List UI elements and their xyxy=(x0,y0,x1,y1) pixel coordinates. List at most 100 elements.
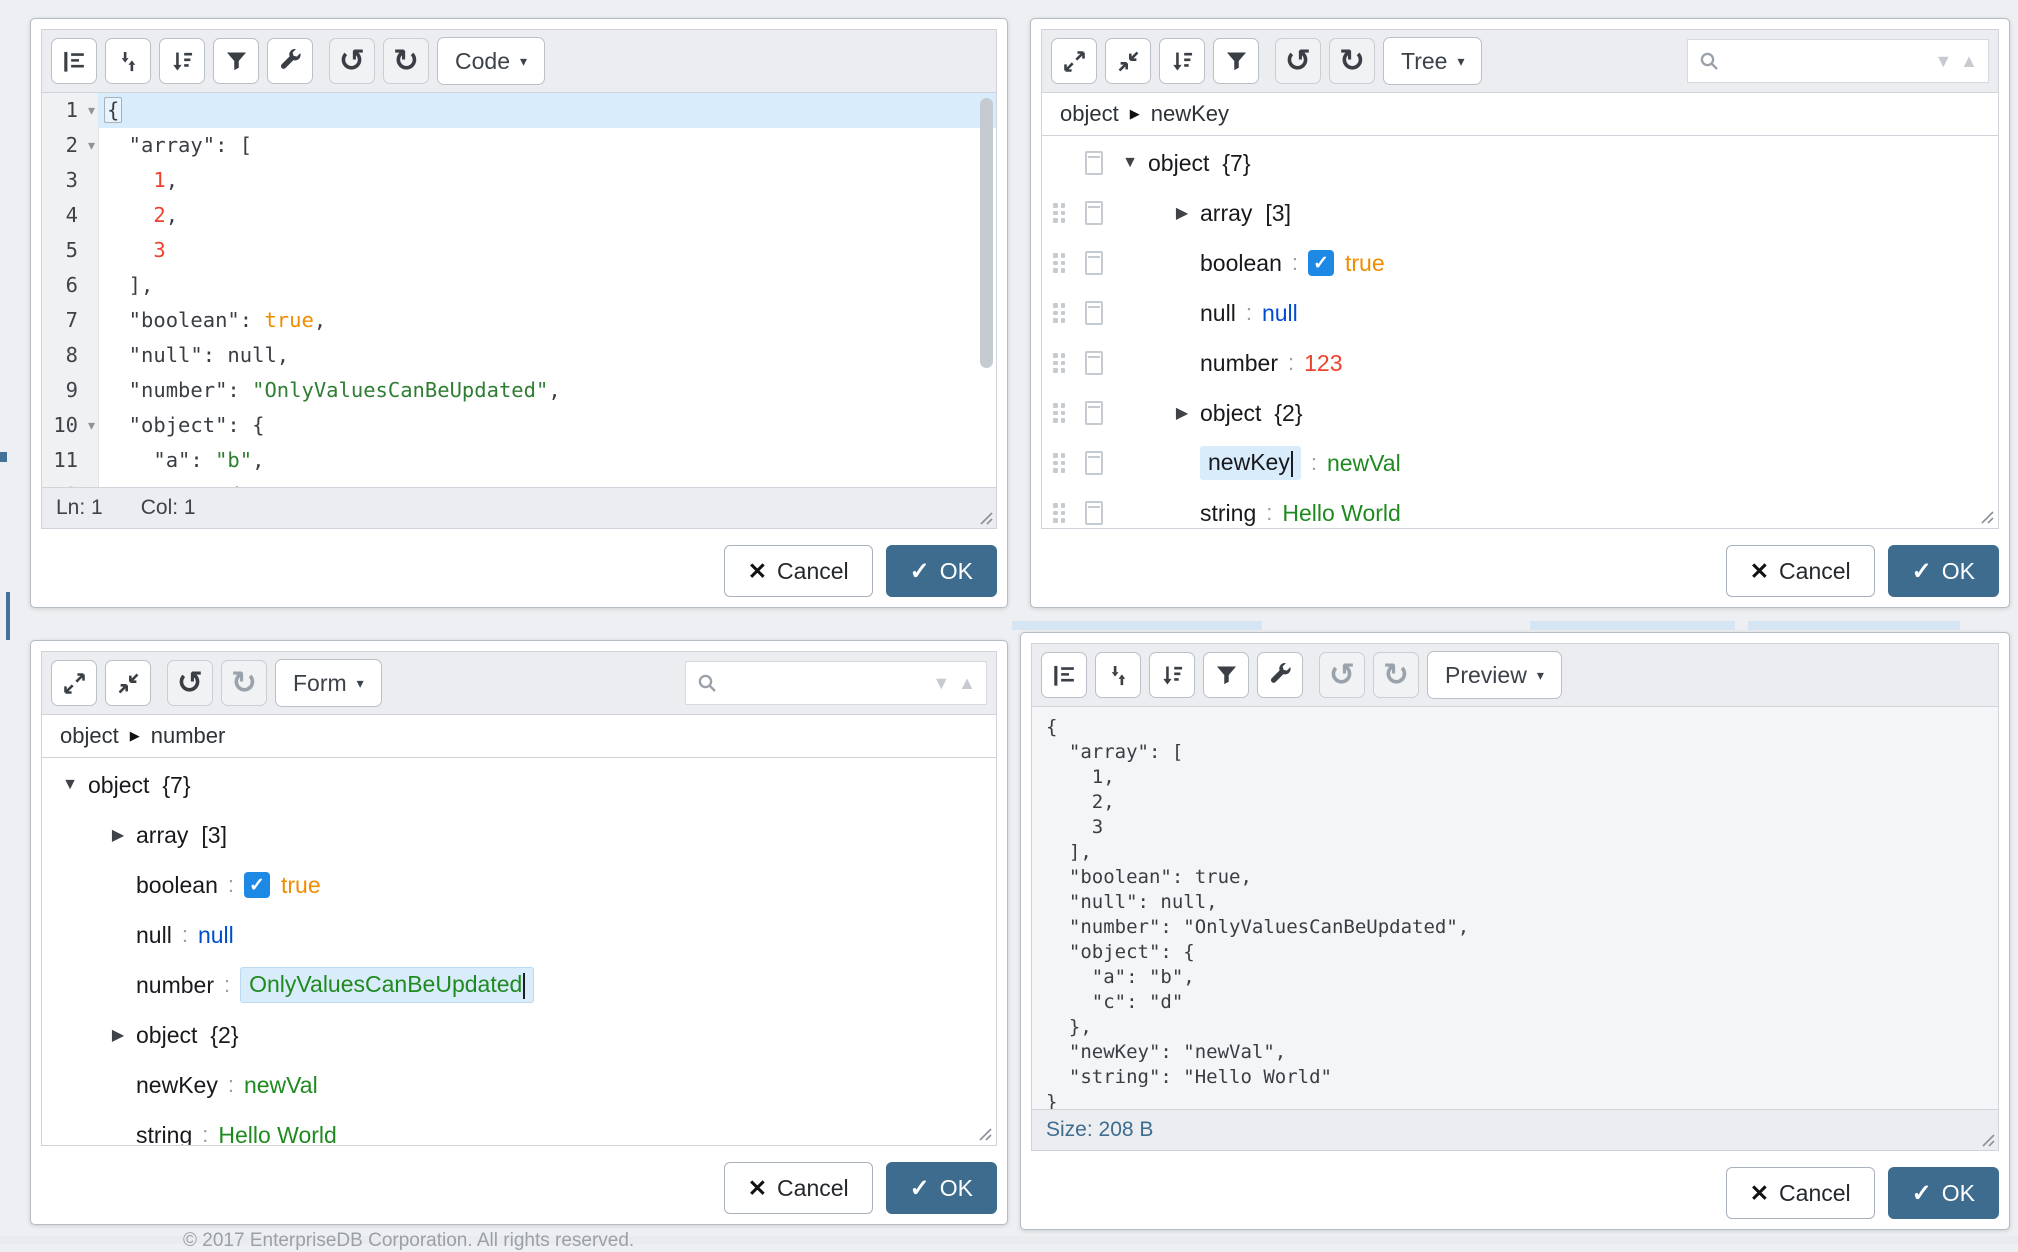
sort-button[interactable] xyxy=(159,38,205,84)
value-field[interactable]: OnlyValuesCanBeUpdated xyxy=(240,967,534,1003)
collapse-node-icon[interactable]: ▼ xyxy=(52,776,88,794)
search-input[interactable] xyxy=(726,671,924,696)
search-previous-icon[interactable]: ▲ xyxy=(1960,52,1978,70)
search-next-icon[interactable]: ▼ xyxy=(1934,52,1952,70)
key-field[interactable]: number xyxy=(136,972,214,999)
context-menu-button[interactable] xyxy=(1085,501,1103,525)
ok-button[interactable]: ✓OK xyxy=(1888,545,1999,597)
drag-handle-icon[interactable] xyxy=(1053,253,1065,273)
boolean-checkbox[interactable]: ✓ xyxy=(1308,250,1334,276)
key-field[interactable]: array xyxy=(136,822,188,849)
search-previous-icon[interactable]: ▲ xyxy=(958,674,976,692)
expand-node-icon[interactable]: ▶ xyxy=(1164,203,1200,223)
key-field[interactable]: boolean xyxy=(136,872,218,899)
key-field[interactable]: string xyxy=(1200,500,1256,527)
collapse-all-button[interactable] xyxy=(105,660,151,706)
cancel-button[interactable]: ✕Cancel xyxy=(724,545,873,597)
value-field[interactable]: newVal xyxy=(244,1072,318,1099)
cancel-button[interactable]: ✕Cancel xyxy=(1726,545,1875,597)
redo-button[interactable]: ↻ xyxy=(221,660,267,706)
key-field[interactable]: string xyxy=(136,1122,192,1146)
context-menu-button[interactable] xyxy=(1085,301,1103,325)
resize-handle-icon[interactable] xyxy=(977,509,993,525)
format-indent-button[interactable] xyxy=(1041,652,1087,698)
boolean-checkbox[interactable]: ✓ xyxy=(244,872,270,898)
expand-all-button[interactable] xyxy=(1051,38,1097,84)
expand-all-button[interactable] xyxy=(51,660,97,706)
transform-filter-button[interactable] xyxy=(1203,652,1249,698)
repair-button[interactable] xyxy=(1257,652,1303,698)
drag-handle-icon[interactable] xyxy=(1053,453,1065,473)
transform-filter-button[interactable] xyxy=(1213,38,1259,84)
context-menu-button[interactable] xyxy=(1085,201,1103,225)
breadcrumb-root[interactable]: object xyxy=(60,723,119,749)
fold-toggle-icon[interactable]: ▾ xyxy=(88,93,95,128)
context-menu-button[interactable] xyxy=(1085,151,1103,175)
undo-button[interactable]: ↺ xyxy=(167,660,213,706)
drag-handle-icon[interactable] xyxy=(1053,353,1065,373)
expand-node-icon[interactable]: ▶ xyxy=(100,825,136,845)
expand-node-icon[interactable]: ▶ xyxy=(1164,403,1200,423)
drag-handle-icon[interactable] xyxy=(1053,403,1065,423)
value-field[interactable]: 123 xyxy=(1304,350,1342,377)
redo-button[interactable]: ↻ xyxy=(383,38,429,84)
repair-button[interactable] xyxy=(267,38,313,84)
collapse-all-button[interactable] xyxy=(1105,38,1151,84)
mode-select-button[interactable]: Code ▾ xyxy=(437,37,545,85)
compact-button[interactable] xyxy=(105,38,151,84)
undo-button[interactable]: ↺ xyxy=(1319,652,1365,698)
value-field[interactable]: Hello World xyxy=(218,1122,336,1146)
value-field[interactable]: newVal xyxy=(1327,450,1401,477)
transform-filter-button[interactable] xyxy=(213,38,259,84)
breadcrumb-root[interactable]: object xyxy=(1060,101,1119,127)
ok-button[interactable]: ✓OK xyxy=(1888,1167,1999,1219)
key-field[interactable]: newKey xyxy=(136,1072,218,1099)
redo-button[interactable]: ↻ xyxy=(1329,38,1375,84)
mode-select-button[interactable]: Form ▾ xyxy=(275,659,382,707)
context-menu-button[interactable] xyxy=(1085,251,1103,275)
undo-button[interactable]: ↺ xyxy=(329,38,375,84)
key-field[interactable]: number xyxy=(1200,350,1278,377)
value-field[interactable]: null xyxy=(198,922,234,949)
resize-handle-icon[interactable] xyxy=(976,1125,992,1141)
ok-button[interactable]: ✓OK xyxy=(886,1162,997,1214)
compact-button[interactable] xyxy=(1095,652,1141,698)
breadcrumb-current[interactable]: newKey xyxy=(1151,101,1229,127)
cancel-button[interactable]: ✕Cancel xyxy=(1726,1167,1875,1219)
value-field[interactable]: Hello World xyxy=(1282,500,1400,527)
drag-handle-icon[interactable] xyxy=(1053,503,1065,523)
collapse-node-icon[interactable]: ▼ xyxy=(1112,154,1148,172)
expand-node-icon[interactable]: ▶ xyxy=(100,1025,136,1045)
ok-button[interactable]: ✓OK xyxy=(886,545,997,597)
value-field[interactable]: true xyxy=(1345,250,1385,277)
format-indent-button[interactable] xyxy=(51,38,97,84)
code-editor-area[interactable]: 1▾{2▾ "array": [3 1,4 2,5 36 ],7 "boolea… xyxy=(42,93,996,487)
context-menu-button[interactable] xyxy=(1085,451,1103,475)
fold-toggle-icon[interactable]: ▾ xyxy=(88,128,95,163)
value-field[interactable]: true xyxy=(281,872,321,899)
drag-handle-icon[interactable] xyxy=(1053,203,1065,223)
key-field[interactable]: object xyxy=(136,1022,197,1049)
value-field[interactable]: null xyxy=(1262,300,1298,327)
redo-button[interactable]: ↻ xyxy=(1373,652,1419,698)
context-menu-button[interactable] xyxy=(1085,351,1103,375)
cancel-button[interactable]: ✕Cancel xyxy=(724,1162,873,1214)
fold-toggle-icon[interactable]: ▾ xyxy=(88,408,95,443)
key-field[interactable]: null xyxy=(136,922,172,949)
key-field[interactable]: newKey xyxy=(1200,446,1301,480)
key-field[interactable]: array xyxy=(1200,200,1252,227)
drag-handle-icon[interactable] xyxy=(1053,303,1065,323)
context-menu-button[interactable] xyxy=(1085,401,1103,425)
key-field[interactable]: boolean xyxy=(1200,250,1282,277)
key-field[interactable]: null xyxy=(1200,300,1236,327)
key-field[interactable]: object xyxy=(1148,150,1209,177)
search-next-icon[interactable]: ▼ xyxy=(932,674,950,692)
search-input[interactable] xyxy=(1728,49,1926,74)
mode-select-button[interactable]: Tree ▾ xyxy=(1383,37,1482,85)
resize-handle-icon[interactable] xyxy=(1979,1131,1995,1147)
undo-button[interactable]: ↺ xyxy=(1275,38,1321,84)
key-field[interactable]: object xyxy=(88,772,149,799)
resize-handle-icon[interactable] xyxy=(1978,508,1994,524)
key-field[interactable]: object xyxy=(1200,400,1261,427)
breadcrumb-current[interactable]: number xyxy=(151,723,226,749)
